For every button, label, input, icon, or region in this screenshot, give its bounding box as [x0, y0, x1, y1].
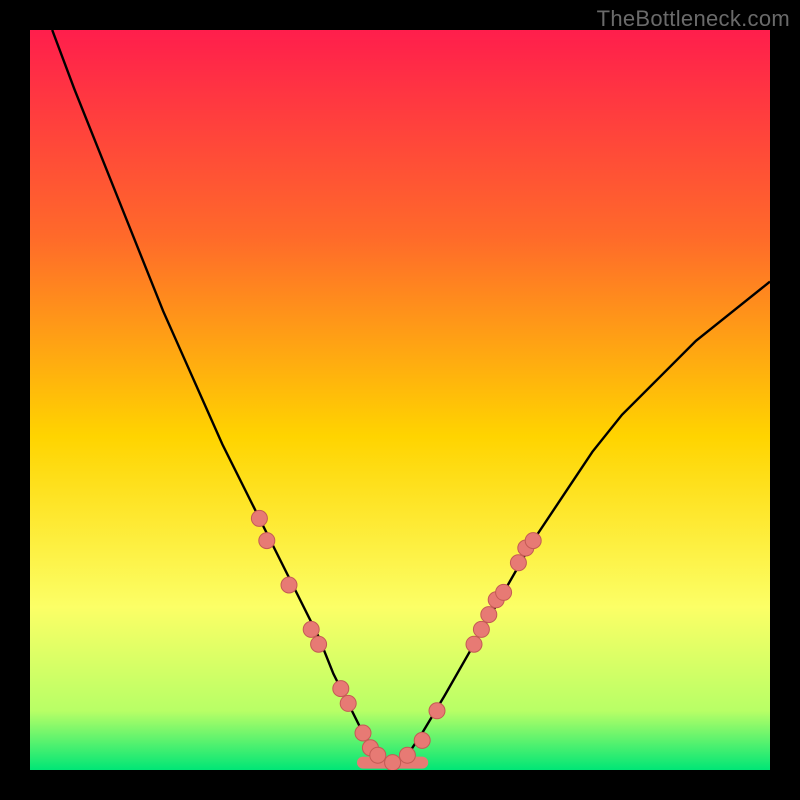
curve-marker: [510, 555, 526, 571]
curve-marker: [385, 755, 401, 770]
curve-marker: [466, 636, 482, 652]
curve-marker: [281, 577, 297, 593]
curve-marker: [399, 747, 415, 763]
curve-marker: [370, 747, 386, 763]
curve-marker: [333, 681, 349, 697]
curve-marker: [303, 621, 319, 637]
curve-marker: [496, 584, 512, 600]
curve-marker: [481, 607, 497, 623]
curve-marker: [414, 732, 430, 748]
curve-marker: [251, 510, 267, 526]
curve-marker: [473, 621, 489, 637]
curve-marker: [525, 533, 541, 549]
curve-marker: [355, 725, 371, 741]
curve-marker: [340, 695, 356, 711]
watermark-text: TheBottleneck.com: [597, 6, 790, 32]
bottleneck-chart: [30, 30, 770, 770]
curve-marker: [429, 703, 445, 719]
curve-marker: [311, 636, 327, 652]
curve-marker: [259, 533, 275, 549]
chart-frame: [30, 30, 770, 770]
gradient-background: [30, 30, 770, 770]
